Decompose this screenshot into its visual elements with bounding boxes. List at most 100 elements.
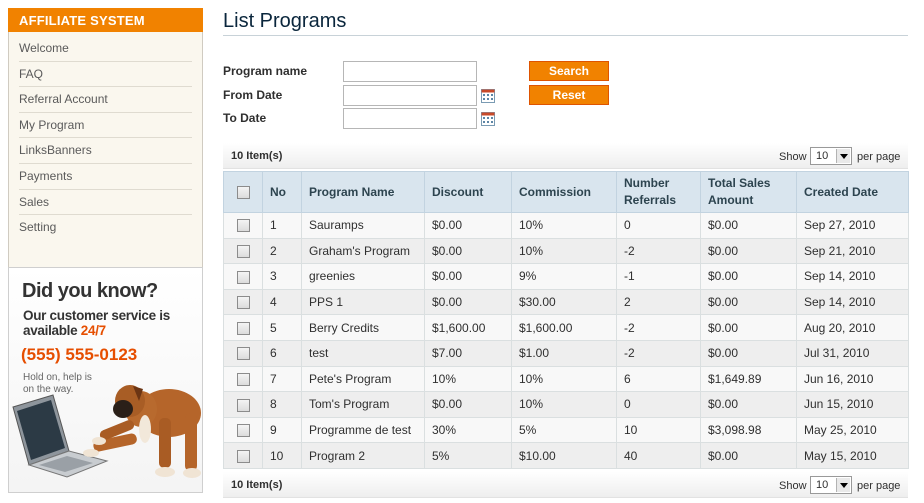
banner-line1: Our customer service is <box>23 308 170 323</box>
column-header-total-sales-amount[interactable]: Total Sales Amount <box>700 171 797 213</box>
from-date-input[interactable] <box>343 85 477 106</box>
table-row[interactable]: 9 Programme de test 30% 5% 10 $3,098.98 May 25… <box>223 416 909 444</box>
cell-total-sales-amount: $3,098.98 <box>700 416 797 444</box>
column-header-no[interactable]: No <box>262 171 302 213</box>
cell-total-sales-amount: $0.00 <box>700 237 797 265</box>
cell-no: 9 <box>262 416 302 444</box>
per-page-label: per page <box>857 151 901 163</box>
sidebar-item-faq[interactable]: FAQ <box>19 62 192 88</box>
row-checkbox[interactable] <box>236 398 250 412</box>
pager-top: 10 Item(s) Show 10 per page <box>223 143 908 169</box>
row-checkbox[interactable] <box>236 373 250 387</box>
sidebar-title: AFFILIATE SYSTEM <box>8 8 203 32</box>
cell-commission: 10% <box>511 212 617 239</box>
cell-created-date: Jul 31, 2010 <box>796 339 909 367</box>
reset-button[interactable]: Reset <box>529 85 609 105</box>
programs-table: No Program Name Discount Commission Numb… <box>223 171 909 469</box>
cell-no: 10 <box>262 442 302 469</box>
per-page-select[interactable]: 10 <box>810 147 852 165</box>
sidebar-item-welcome[interactable]: Welcome <box>19 36 192 62</box>
cell-discount: $7.00 <box>424 339 512 367</box>
row-checkbox[interactable] <box>236 270 250 284</box>
row-checkbox[interactable] <box>236 245 250 259</box>
cell-created-date: Sep 14, 2010 <box>796 263 909 290</box>
sidebar-menu: Welcome FAQ Referral Account My Program … <box>8 32 203 276</box>
cell-program-name: Programme de test <box>301 416 425 444</box>
per-page-label: per page <box>857 480 901 492</box>
sidebar-item-referral-account[interactable]: Referral Account <box>19 87 192 113</box>
table-row[interactable]: 2 Graham's Program $0.00 10% -2 $0.00 Sep 21, … <box>223 237 909 265</box>
sidebar-item-payments[interactable]: Payments <box>19 164 192 190</box>
cell-commission: 5% <box>511 416 617 444</box>
sidebar-item-my-program[interactable]: My Program <box>19 113 192 139</box>
cell-total-sales-amount: $1,649.89 <box>700 365 797 393</box>
cell-no: 1 <box>262 212 302 239</box>
cell-total-sales-amount: $0.00 <box>700 339 797 367</box>
search-button[interactable]: Search <box>529 61 609 81</box>
pager-bottom: 10 Item(s) Show 10 per page <box>223 472 908 498</box>
row-select-cell <box>223 416 263 444</box>
cell-discount: $0.00 <box>424 237 512 265</box>
table-row[interactable]: 8 Tom's Program $0.00 10% 0 $0.00 Jun 15, 2010 <box>223 391 909 418</box>
customer-service-banner[interactable]: Did you know? Our customer service is av… <box>8 267 203 493</box>
row-checkbox[interactable] <box>236 424 250 438</box>
cell-created-date: Sep 14, 2010 <box>796 288 909 316</box>
cell-created-date: May 25, 2010 <box>796 416 909 444</box>
select-all-cell <box>223 171 263 213</box>
banner-line2: available <box>23 323 81 338</box>
row-select-cell <box>223 212 263 239</box>
row-checkbox[interactable] <box>236 219 250 233</box>
sidebar-item-setting[interactable]: Setting <box>19 215 192 241</box>
row-checkbox[interactable] <box>236 449 250 463</box>
cell-no: 7 <box>262 365 302 393</box>
column-header-discount[interactable]: Discount <box>424 171 512 213</box>
cell-number-referrals: 2 <box>616 288 701 316</box>
cell-created-date: Jun 15, 2010 <box>796 391 909 418</box>
table-row[interactable]: 1 Sauramps $0.00 10% 0 $0.00 Sep 27, 2010 <box>223 212 909 239</box>
cell-commission: $10.00 <box>511 442 617 469</box>
table-row[interactable]: 7 Pete's Program 10% 10% 6 $1,649.89 Jun 16, 2… <box>223 365 909 393</box>
per-page-value: 10 <box>816 479 829 491</box>
cell-no: 4 <box>262 288 302 316</box>
per-page-select[interactable]: 10 <box>810 476 852 494</box>
chevron-down-icon[interactable] <box>836 478 850 492</box>
row-checkbox[interactable] <box>236 347 250 361</box>
to-date-input[interactable] <box>343 108 477 129</box>
column-header-created-date[interactable]: Created Date <box>796 171 909 213</box>
banner-highlight: 24/7 <box>80 323 106 338</box>
table-row[interactable]: 5 Berry Credits $1,600.00 $1,600.00 -2 $0.00 A… <box>223 314 909 341</box>
table-row[interactable]: 3 greenies $0.00 9% -1 $0.00 Sep 14, 2010 <box>223 263 909 290</box>
cell-no: 2 <box>262 237 302 265</box>
calendar-icon[interactable] <box>481 112 495 126</box>
cell-discount: 30% <box>424 416 512 444</box>
table-row[interactable]: 6 test $7.00 $1.00 -2 $0.00 Jul 31, 2010 <box>223 339 909 367</box>
table-row[interactable]: 4 PPS 1 $0.00 $30.00 2 $0.00 Sep 14, 2010 <box>223 288 909 316</box>
cell-program-name: Sauramps <box>301 212 425 239</box>
column-header-program-name[interactable]: Program Name <box>301 171 425 213</box>
row-select-cell <box>223 365 263 393</box>
table-row[interactable]: 10 Program 2 5% $10.00 40 $0.00 May 15, 2010 <box>223 442 909 469</box>
dog-laptop-illustration <box>12 385 201 478</box>
program-name-input[interactable] <box>343 61 477 82</box>
program-name-label: Program name <box>223 64 308 78</box>
cell-commission: $1.00 <box>511 339 617 367</box>
cell-number-referrals: 40 <box>616 442 701 469</box>
select-all-checkbox[interactable] <box>236 185 250 199</box>
chevron-down-icon[interactable] <box>836 149 850 163</box>
row-select-cell <box>223 237 263 265</box>
column-header-commission[interactable]: Commission <box>511 171 617 213</box>
show-label: Show <box>779 480 807 492</box>
table-header-row: No Program Name Discount Commission Numb… <box>223 171 909 213</box>
calendar-icon[interactable] <box>481 89 495 103</box>
row-checkbox[interactable] <box>236 321 250 335</box>
sidebar-item-links-banners[interactable]: LinksBanners <box>19 138 192 164</box>
item-count: 10 Item(s) <box>231 150 283 162</box>
sidebar-item-sales[interactable]: Sales <box>19 190 192 216</box>
cell-discount: 5% <box>424 442 512 469</box>
column-header-number-referrals[interactable]: Number Referrals <box>616 171 701 213</box>
row-select-cell <box>223 339 263 367</box>
cell-total-sales-amount: $0.00 <box>700 442 797 469</box>
cell-total-sales-amount: $0.00 <box>700 314 797 341</box>
cell-program-name: greenies <box>301 263 425 290</box>
row-checkbox[interactable] <box>236 296 250 310</box>
